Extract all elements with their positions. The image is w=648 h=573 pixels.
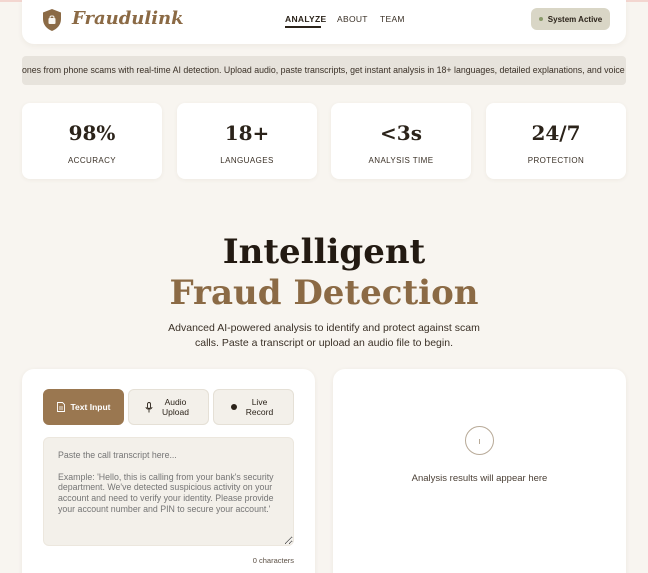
stat-card-protection: 24/7 PROTECTION — [486, 103, 626, 179]
audio-upload-tab[interactable]: Audio Upload — [128, 389, 209, 425]
stat-card-accuracy: 98% ACCURACY — [22, 103, 162, 179]
nav-link-about[interactable]: ABOUT — [337, 14, 368, 24]
status-label: System Active — [547, 14, 603, 24]
stat-value: 18+ — [224, 121, 270, 145]
marquee-text: ones from phone scams with real-time AI … — [22, 65, 626, 75]
stat-label: ANALYSIS TIME — [368, 156, 434, 165]
stat-value: <3s — [380, 121, 422, 145]
audio-upload-label: Audio Upload — [162, 397, 189, 417]
system-status-badge: System Active — [531, 8, 610, 30]
results-placeholder: Analysis results will appear here — [411, 473, 548, 484]
nav-link-team[interactable]: TEAM — [380, 14, 405, 24]
nav-active-underline — [285, 26, 321, 28]
live-record-tab[interactable]: Live Record — [213, 389, 294, 425]
stat-value: 98% — [68, 121, 116, 145]
stat-label: PROTECTION — [527, 156, 585, 165]
character-count: 0 characters — [252, 556, 294, 565]
text-input-tab[interactable]: Text Input — [43, 389, 124, 425]
stat-label: LANGUAGES — [220, 156, 274, 165]
shield-logo-icon — [43, 9, 61, 31]
info-circle-icon — [465, 426, 494, 455]
stat-card-languages: 18+ LANGUAGES — [177, 103, 317, 179]
record-dot-icon — [230, 404, 237, 410]
results-panel: Analysis results will appear here — [333, 369, 626, 573]
stat-value: 24/7 — [531, 121, 581, 145]
status-dot-icon — [538, 17, 543, 21]
hero-title-line2: Fraud Detection — [169, 273, 479, 313]
stat-card-analysis-time: <3s ANALYSIS TIME — [331, 103, 471, 179]
input-panel: Text Input Audio Upload Live Record 0 ch… — [22, 369, 315, 573]
brand-name[interactable]: Fraudulink — [72, 8, 184, 29]
microphone-icon — [145, 401, 152, 412]
hero-title-line1: Intelligent — [222, 232, 426, 272]
marquee-banner: ones from phone scams with real-time AI … — [22, 56, 626, 85]
nav-link-analyze[interactable]: ANALYZE — [285, 14, 326, 24]
text-input-label: Text Input — [70, 402, 111, 412]
stat-label: ACCURACY — [67, 156, 117, 165]
live-record-label: Live Record — [245, 397, 274, 417]
transcript-textarea[interactable] — [43, 437, 294, 546]
document-icon — [56, 402, 65, 412]
navbar: Fraudulink ANALYZE ABOUT TEAM System Act… — [22, 0, 626, 44]
hero-subtitle: Advanced AI-powered analysis to identify… — [168, 322, 480, 349]
